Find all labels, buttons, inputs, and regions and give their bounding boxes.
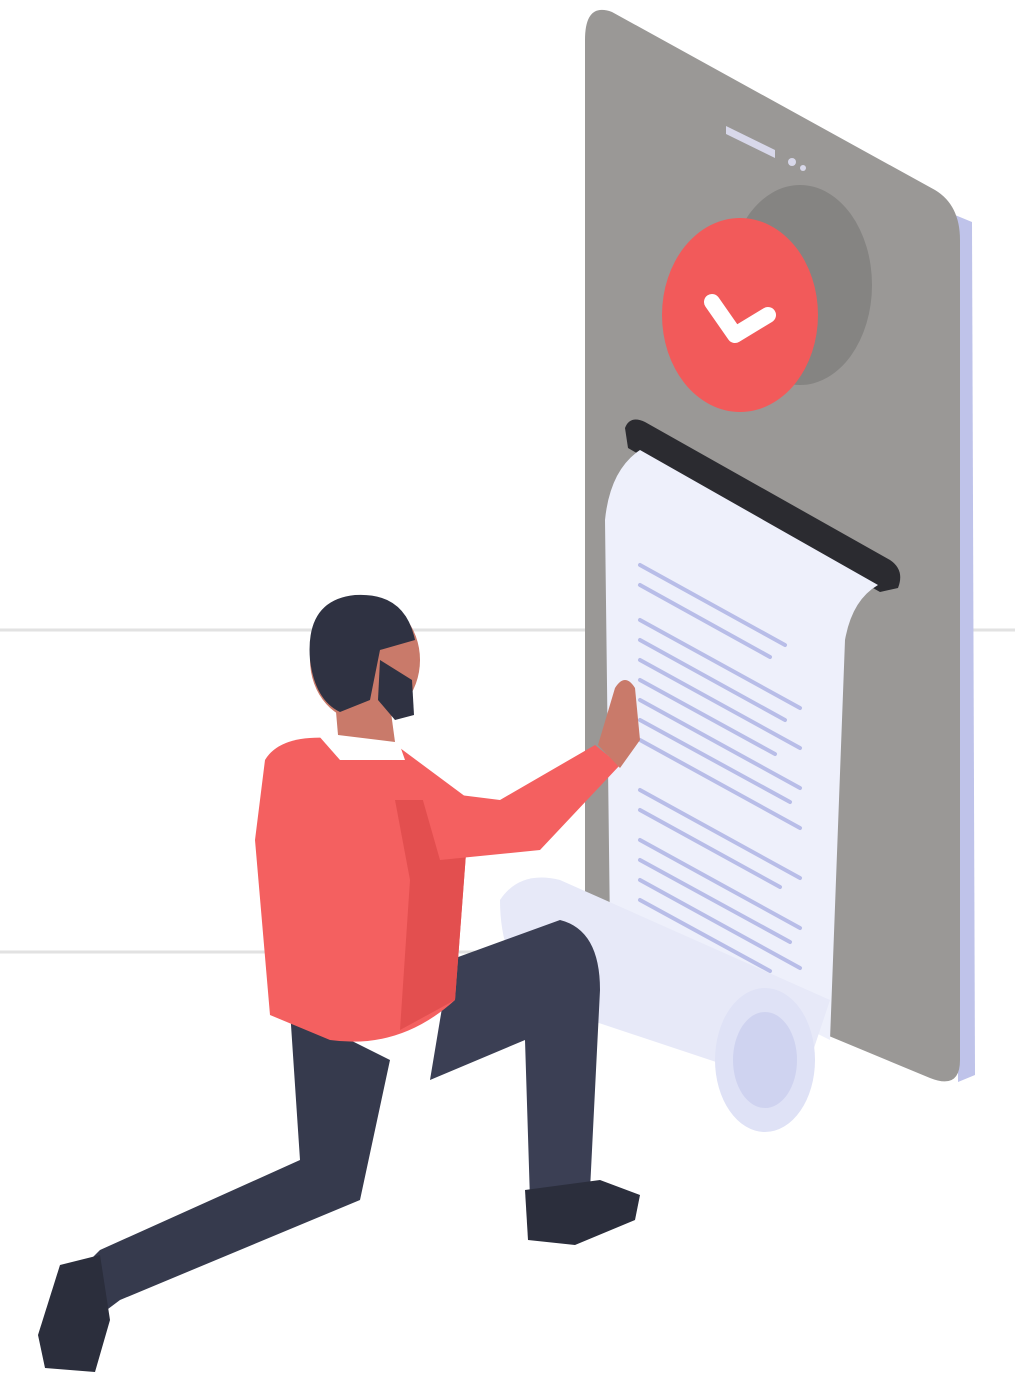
phone-camera-dot-2: [800, 165, 806, 171]
receipt-roll-core: [733, 1012, 797, 1108]
illustration-canvas: [0, 9, 1015, 1372]
person: [38, 594, 640, 1372]
person-back-leg: [60, 1010, 390, 1330]
person-front-shoe: [525, 1180, 640, 1245]
person-back-shoe: [38, 1255, 110, 1372]
check-badge: [662, 218, 818, 412]
phone-camera-dot: [788, 158, 796, 166]
receipt-illustration: [0, 0, 1015, 1382]
